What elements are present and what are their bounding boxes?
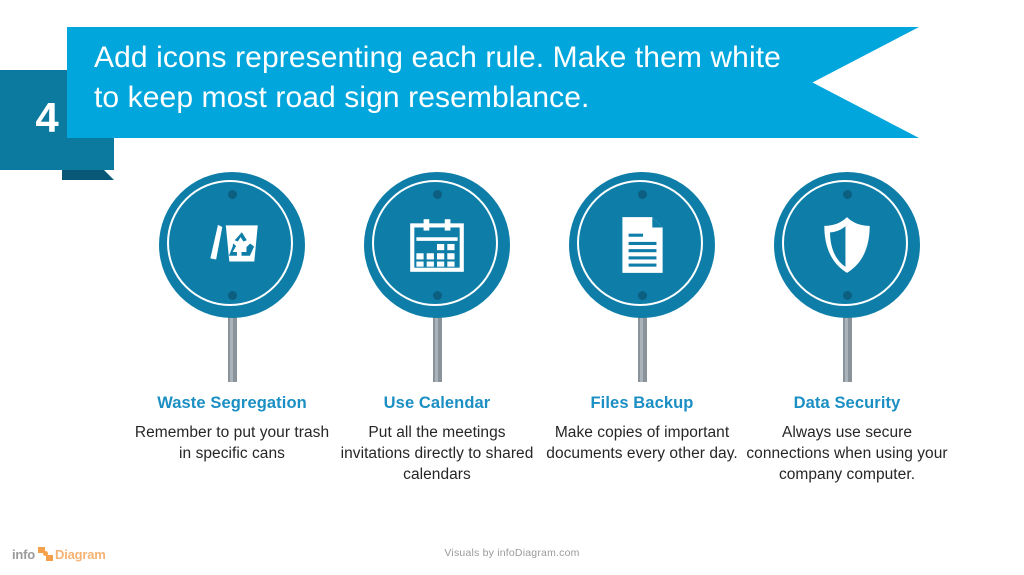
- road-sign-files-backup[interactable]: [539, 172, 745, 382]
- footer-credit-text: Visuals by infoDiagram.com: [444, 547, 580, 559]
- sign-post: [432, 312, 442, 382]
- sign-post: [842, 312, 852, 382]
- document-icon: [606, 209, 678, 281]
- road-sign-waste-segregation[interactable]: [129, 172, 335, 382]
- recycle-bin-icon: [196, 209, 268, 281]
- caption-waste-segregation: Waste Segregation Remember to put your t…: [129, 393, 335, 464]
- road-signs-row: [0, 172, 1024, 382]
- sign-post: [637, 312, 647, 382]
- shield-icon: [811, 209, 883, 281]
- road-sign-use-calendar[interactable]: [334, 172, 540, 382]
- sign-screw-top: [432, 190, 442, 199]
- caption-data-security: Data Security Always use secure connecti…: [744, 393, 950, 486]
- caption-title: Data Security: [793, 394, 901, 412]
- sign-disc: [159, 172, 305, 318]
- sign-screw-bottom: [637, 291, 647, 300]
- caption-body: Always use secure connections when using…: [746, 423, 948, 484]
- slide-title: Add icons representing each rule. Make t…: [94, 41, 781, 114]
- caption-body: Put all the meetings invitations directl…: [340, 423, 534, 484]
- road-sign-data-security[interactable]: [744, 172, 950, 382]
- sign-screw-top: [227, 190, 237, 199]
- captions-row: Waste Segregation Remember to put your t…: [0, 393, 1024, 533]
- caption-use-calendar: Use Calendar Put all the meetings invita…: [334, 393, 540, 486]
- sign-disc: [569, 172, 715, 318]
- sign-screw-top: [842, 190, 852, 199]
- caption-title: Use Calendar: [383, 394, 491, 412]
- sign-screw-bottom: [432, 291, 442, 300]
- sign-disc: [364, 172, 510, 318]
- slide-footer: info Diagram Visuals by infoDiagram.com: [0, 533, 1024, 575]
- slide: 4 Add icons representing each rule. Make…: [0, 0, 1024, 575]
- sign-disc: [774, 172, 920, 318]
- caption-title: Files Backup: [590, 394, 694, 412]
- sign-screw-top: [637, 190, 647, 199]
- caption-body: Remember to put your trash in specific c…: [134, 423, 330, 462]
- caption-body: Make copies of important documents every…: [546, 423, 738, 462]
- sign-screw-bottom: [842, 291, 852, 300]
- caption-files-backup: Files Backup Make copies of important do…: [539, 393, 745, 464]
- slide-header: 4 Add icons representing each rule. Make…: [0, 0, 1024, 180]
- sign-post: [227, 312, 237, 382]
- step-number-label: 4: [35, 94, 59, 141]
- caption-title: Waste Segregation: [157, 394, 307, 412]
- sign-screw-bottom: [227, 291, 237, 300]
- calendar-icon: [401, 209, 473, 281]
